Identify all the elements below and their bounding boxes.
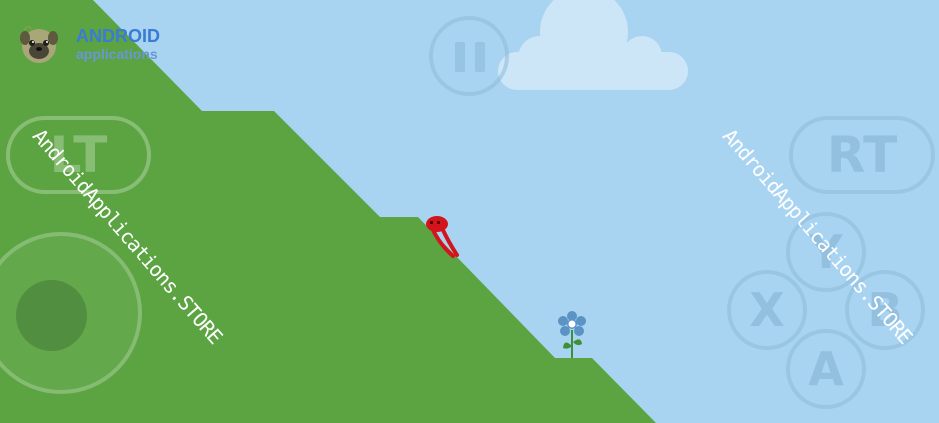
logo-title: ANDROID xyxy=(76,26,160,46)
cloud xyxy=(498,0,688,90)
game-screen[interactable]: ANDROID applications LT RT Y X B A Andro… xyxy=(0,0,939,423)
x-button[interactable]: X xyxy=(727,270,807,350)
flower xyxy=(558,311,586,358)
joystick-knob[interactable] xyxy=(16,280,87,351)
pause-button[interactable] xyxy=(429,16,509,96)
logo-subtitle: applications xyxy=(76,46,158,62)
pug-icon xyxy=(20,25,58,63)
a-button[interactable]: A xyxy=(786,329,866,409)
rt-button[interactable]: RT xyxy=(789,116,935,194)
